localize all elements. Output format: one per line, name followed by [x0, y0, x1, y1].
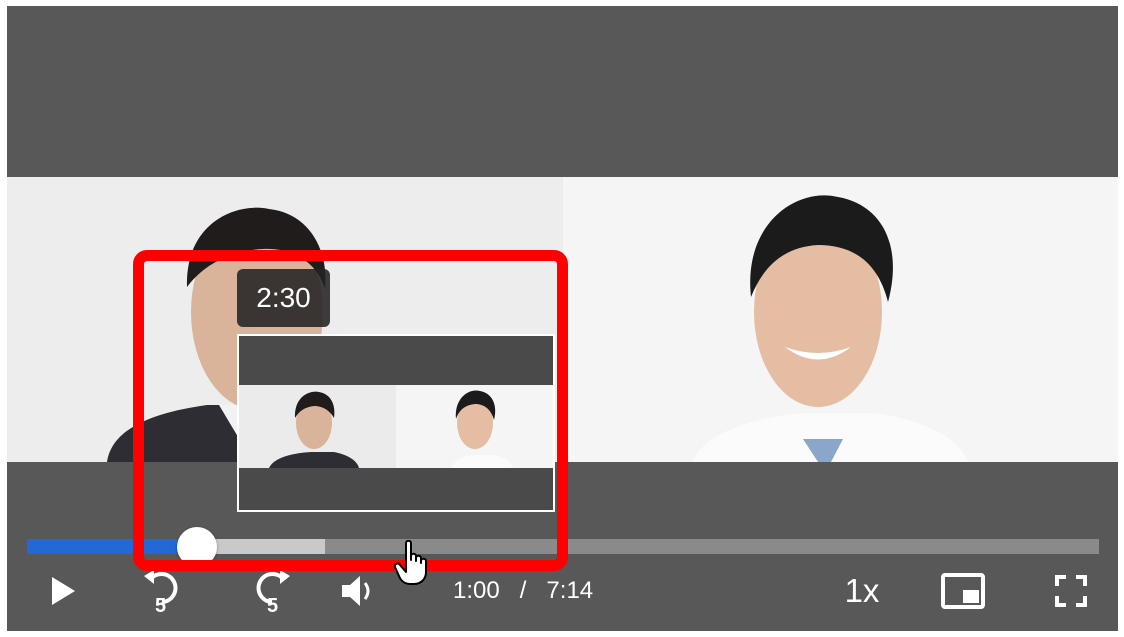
forward-5-icon: 5 — [256, 570, 290, 616]
volume-button[interactable] — [337, 561, 381, 621]
playback-speed-button[interactable]: 1x — [833, 561, 891, 621]
progress-bar[interactable] — [27, 527, 1099, 567]
preview-people-image — [239, 385, 553, 468]
rewind-button[interactable]: 5 — [137, 561, 187, 621]
control-bar: 5 5 1:00 / 7:14 1x — [7, 561, 1118, 631]
video-player[interactable]: 5 5 1:00 / 7:14 1x 2:30 — [7, 6, 1118, 631]
svg-text:5: 5 — [267, 595, 278, 616]
fullscreen-button[interactable] — [1049, 561, 1093, 621]
time-display: 1:00 / 7:14 — [453, 561, 593, 621]
picture-in-picture-icon — [941, 573, 985, 609]
current-time: 1:00 — [453, 577, 500, 604]
video-right-person — [563, 177, 1118, 462]
hover-time-label: 2:30 — [237, 269, 330, 327]
fullscreen-icon — [1055, 575, 1087, 607]
svg-text:5: 5 — [155, 595, 166, 616]
play-button[interactable] — [41, 561, 85, 621]
cursor — [392, 539, 436, 591]
video-frame[interactable] — [7, 177, 1118, 462]
progress-played — [27, 539, 182, 554]
forward-button[interactable]: 5 — [247, 561, 297, 621]
smiling-man-image — [693, 195, 968, 462]
preview-strip — [239, 385, 553, 468]
time-separator: / — [519, 577, 527, 604]
play-icon — [52, 577, 75, 605]
preview-thumbnail — [237, 334, 555, 512]
pip-button[interactable] — [938, 561, 988, 621]
hand-pointer-icon — [393, 539, 427, 585]
volume-icon — [342, 576, 370, 606]
rewind-5-icon: 5 — [144, 570, 178, 616]
duration: 7:14 — [546, 577, 594, 604]
